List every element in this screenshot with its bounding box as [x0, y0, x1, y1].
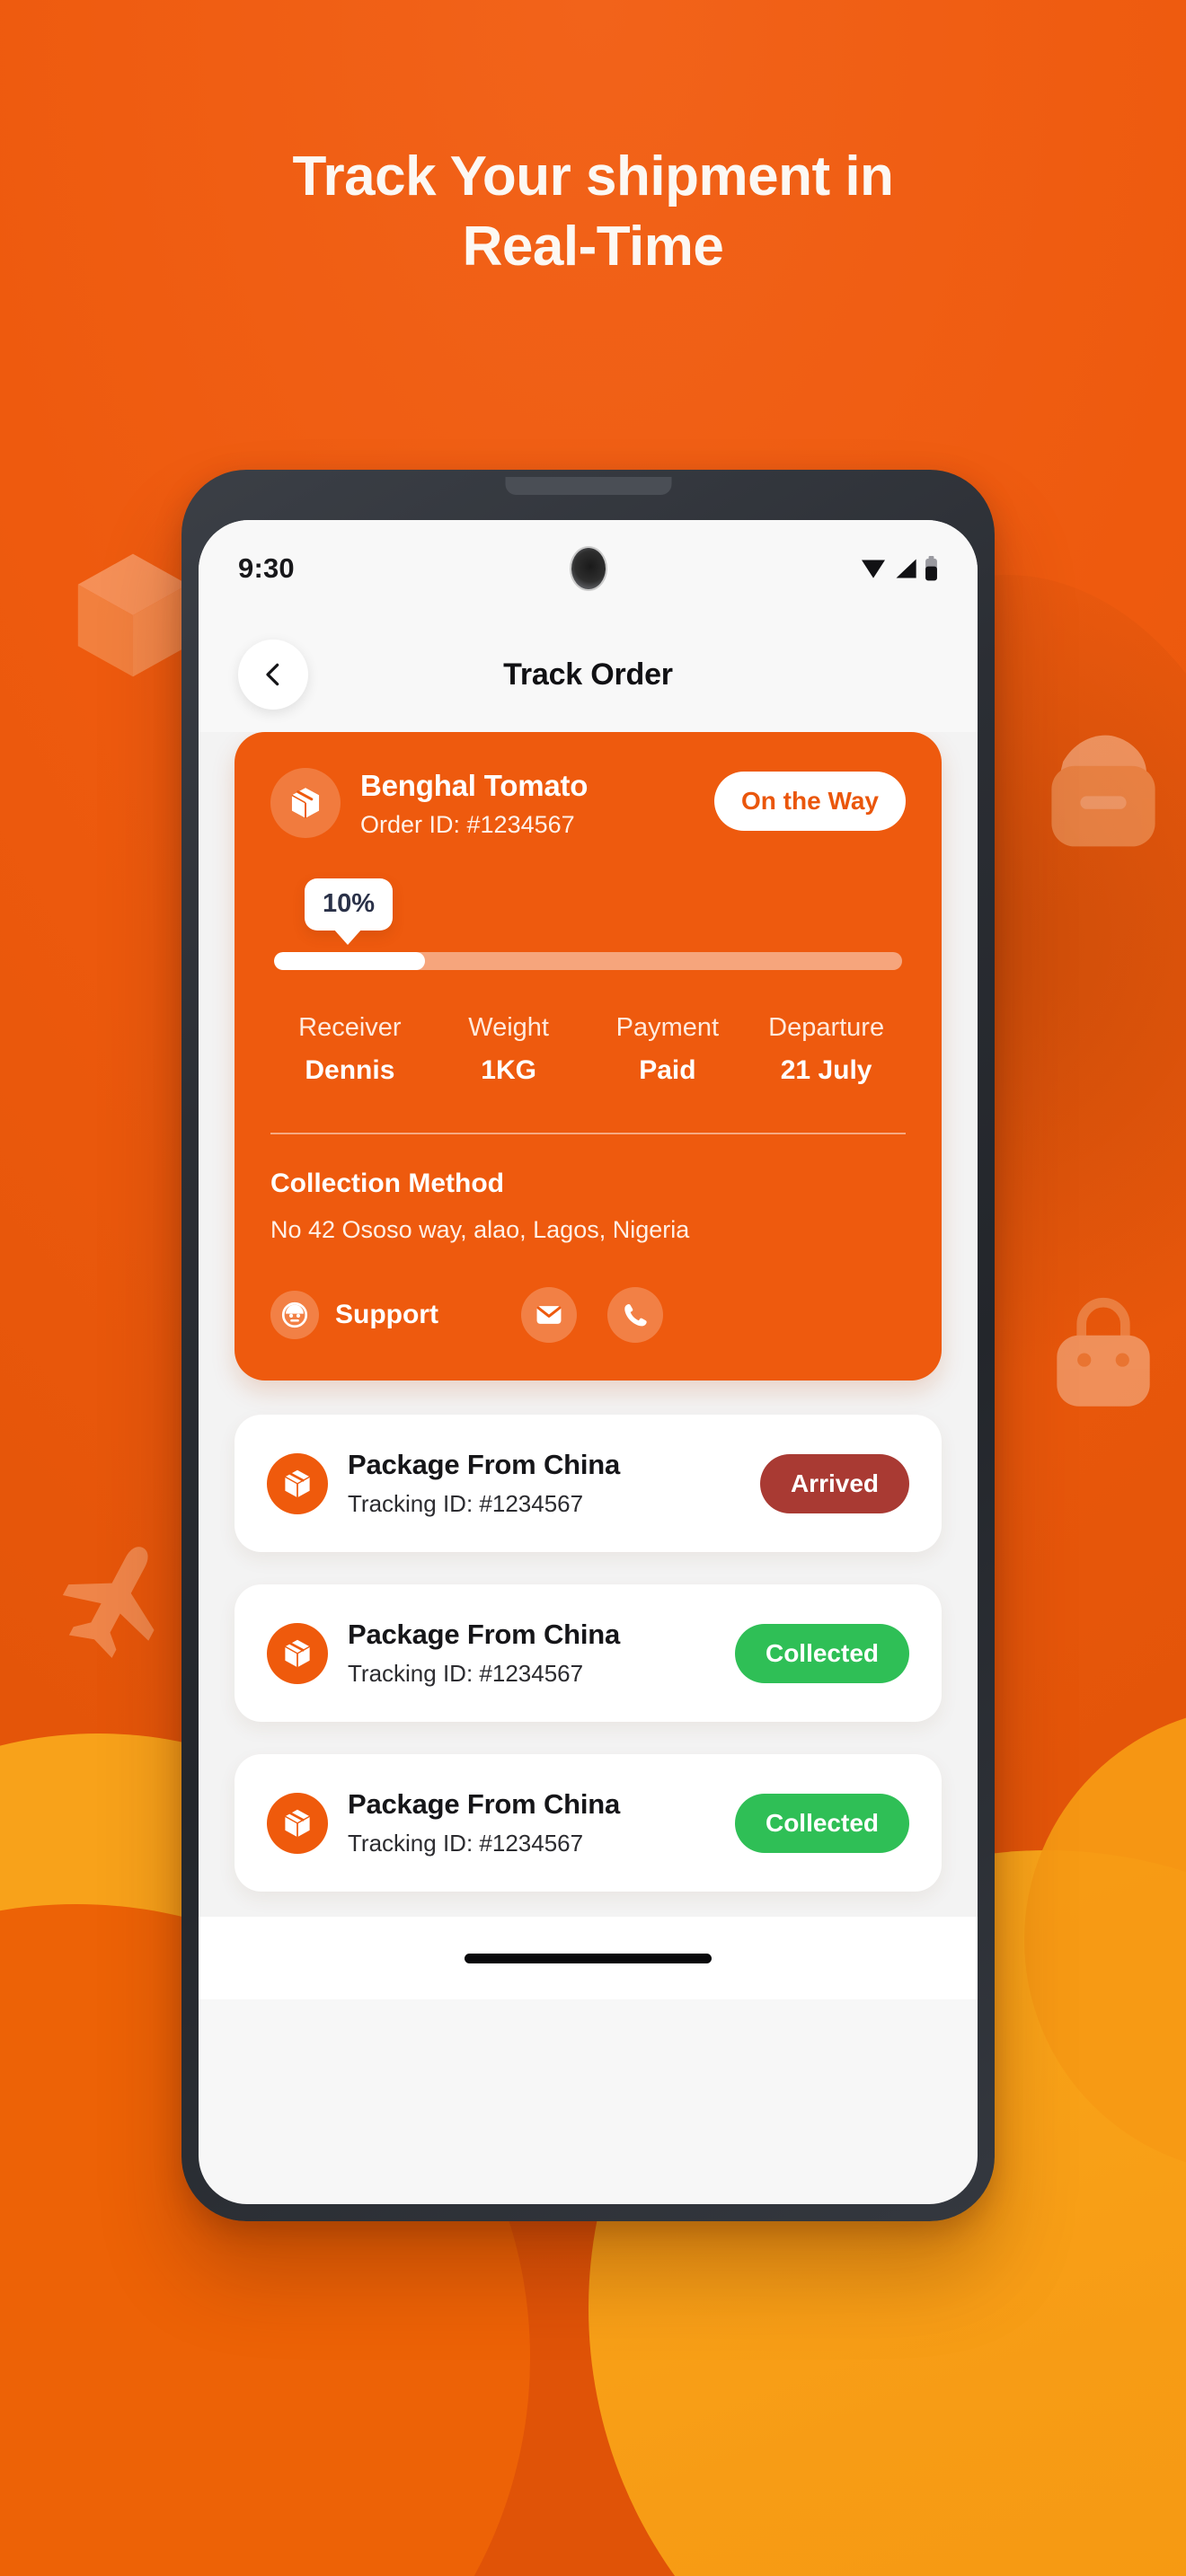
package-name: Package From China	[348, 1788, 621, 1820]
bag-decoration	[1035, 1286, 1172, 1423]
stat-weight: Weight 1KG	[429, 1013, 589, 1086]
promo-headline: Track Your shipment in Real-Time	[0, 142, 1186, 282]
status-badge[interactable]: Collected	[734, 1793, 909, 1853]
table-row[interactable]: Package From China Tracking ID: #1234567…	[235, 1584, 942, 1722]
stat-label: Weight	[468, 1013, 549, 1042]
phone-mockup: 9:30 Track Order Benghal Tomato Order ID…	[181, 470, 995, 2221]
battery-icon	[925, 556, 937, 581]
package-list: Package From China Tracking ID: #1234567…	[235, 1415, 942, 1917]
phone-frame: 9:30 Track Order Benghal Tomato Order ID…	[181, 470, 995, 2221]
progress-bar-fill	[274, 952, 425, 970]
progress-section: 10%	[270, 878, 906, 970]
order-id: Order ID: #1234567	[360, 811, 575, 838]
3d-package-icon	[1051, 735, 1155, 847]
stat-value: 21 July	[780, 1055, 872, 1085]
stat-label: Departure	[768, 1013, 885, 1042]
email-support-button[interactable]	[520, 1287, 577, 1343]
package-name: Package From China	[348, 1619, 621, 1650]
progress-percent-badge: 10%	[305, 878, 394, 945]
order-name: Benghal Tomato	[360, 769, 589, 802]
collection-method: Collection Method No 42 Ososo way, alao,…	[270, 1169, 906, 1244]
status-bar-icons	[860, 556, 938, 581]
stat-value: 1KG	[481, 1055, 536, 1085]
agent-headset-icon-wrap	[270, 1291, 319, 1339]
package-tracking-id: Tracking ID: #1234567	[348, 1830, 584, 1857]
plane-decoration	[54, 1527, 189, 1662]
3d-shopping-bag-icon	[1057, 1298, 1150, 1407]
headline-line-1: Track Your shipment in	[292, 146, 894, 207]
support-row: Support	[270, 1287, 906, 1343]
home-indicator[interactable]	[465, 1953, 712, 1963]
back-button[interactable]	[238, 640, 308, 710]
wifi-icon	[862, 560, 885, 578]
package-box-icon	[291, 788, 320, 818]
home-indicator-area	[199, 1917, 978, 1999]
stat-label: Receiver	[298, 1013, 402, 1042]
stat-value: Dennis	[305, 1055, 395, 1085]
status-bar: 9:30	[199, 520, 978, 617]
status-bar-time: 9:30	[238, 552, 295, 584]
package-box-icon	[285, 1809, 310, 1837]
stat-label: Payment	[615, 1013, 720, 1042]
app-bar: Track Order	[199, 617, 978, 732]
package-avatar	[267, 1792, 328, 1854]
support-label: Support	[335, 1300, 438, 1329]
mail-icon	[536, 1306, 562, 1324]
card-divider	[270, 1133, 906, 1134]
package-tracking-id: Tracking ID: #1234567	[348, 1660, 584, 1687]
collection-address: No 42 Ososo way, alao, Lagos, Nigeria	[270, 1216, 690, 1243]
order-status-badge[interactable]: On the Way	[714, 772, 906, 831]
order-card-header: Benghal Tomato Order ID: #1234567 On the…	[270, 768, 906, 839]
package-avatar	[267, 1622, 328, 1684]
package-box-icon	[285, 1639, 310, 1667]
page-title: Track Order	[503, 657, 673, 692]
phone-screen: 9:30 Track Order Benghal Tomato Order ID…	[199, 520, 978, 2204]
package-box-icon	[285, 1469, 310, 1497]
collection-method-title: Collection Method	[270, 1169, 504, 1198]
headline-line-2: Real-Time	[462, 216, 724, 278]
order-stats: Receiver Dennis Weight 1KG Payment Paid	[270, 1013, 906, 1086]
stat-departure: Departure 21 July	[747, 1013, 906, 1086]
order-titles: Benghal Tomato Order ID: #1234567	[360, 768, 714, 839]
package-texts: Package From China Tracking ID: #1234567	[348, 1619, 735, 1688]
package-name: Package From China	[348, 1449, 621, 1480]
table-row[interactable]: Package From China Tracking ID: #1234567…	[235, 1415, 942, 1552]
content-area: Benghal Tomato Order ID: #1234567 On the…	[199, 732, 978, 1917]
progress-bar[interactable]	[274, 952, 902, 970]
status-badge[interactable]: Arrived	[759, 1453, 909, 1513]
stat-receiver: Receiver Dennis	[270, 1013, 429, 1086]
agent-headset-icon	[281, 1301, 308, 1328]
package-texts: Package From China Tracking ID: #1234567	[348, 1449, 760, 1518]
package-texts: Package From China Tracking ID: #1234567	[348, 1788, 735, 1857]
phone-earpiece	[505, 477, 671, 495]
camera-punch-hole	[571, 548, 606, 589]
cellular-signal-icon	[896, 559, 916, 578]
package-decoration	[1031, 719, 1175, 862]
support-actions	[520, 1287, 663, 1343]
stat-payment: Payment Paid	[589, 1013, 748, 1086]
phone-icon	[624, 1304, 647, 1327]
stat-value: Paid	[639, 1055, 696, 1085]
chevron-left-icon	[266, 663, 279, 686]
active-order-card: Benghal Tomato Order ID: #1234567 On the…	[235, 732, 942, 1381]
progress-badge-row: 10%	[274, 878, 902, 948]
support-button[interactable]: Support	[270, 1291, 438, 1339]
status-badge[interactable]: Collected	[734, 1623, 909, 1683]
package-avatar	[267, 1452, 328, 1514]
airplane-icon	[62, 1547, 155, 1658]
table-row[interactable]: Package From China Tracking ID: #1234567…	[235, 1754, 942, 1892]
order-avatar	[270, 768, 341, 838]
call-support-button[interactable]	[606, 1287, 663, 1343]
package-tracking-id: Tracking ID: #1234567	[348, 1490, 584, 1517]
